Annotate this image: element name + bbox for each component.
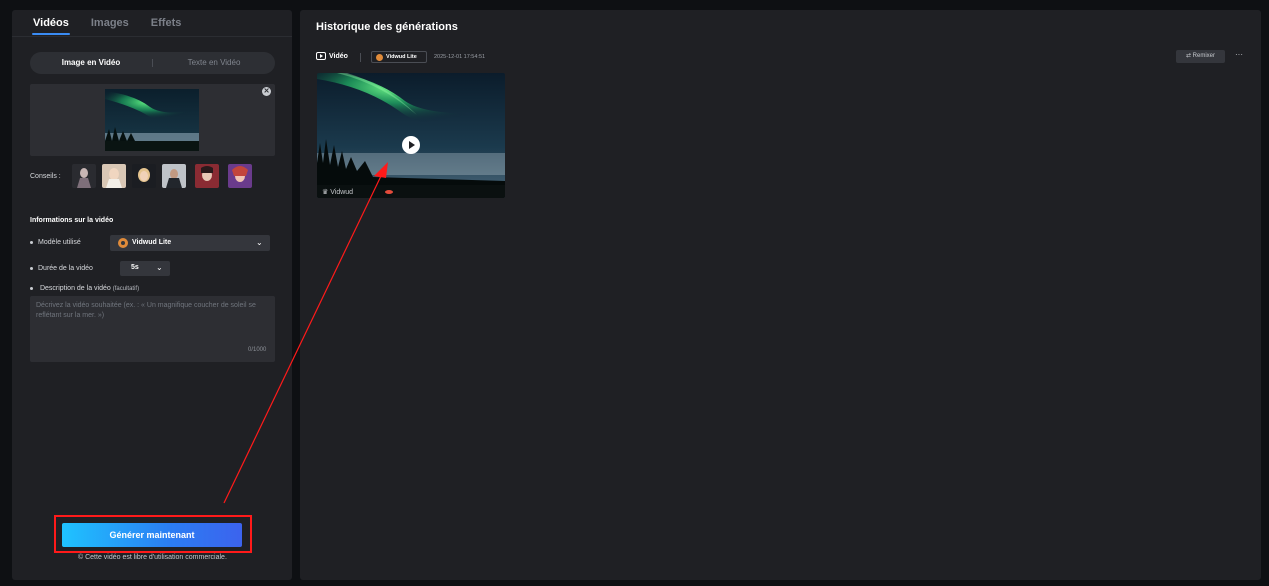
generation-timestamp: 2025-12-01 17:54:51: [434, 54, 486, 60]
play-icon[interactable]: [402, 136, 420, 154]
video-info-title: Informations sur la vidéo: [30, 217, 114, 224]
tab-videos[interactable]: Vidéos: [32, 10, 70, 36]
mode-text-to-video[interactable]: Texte en Vidéo: [153, 53, 275, 73]
tip-thumbnail-1[interactable]: [72, 164, 96, 188]
generate-button[interactable]: Générer maintenant: [62, 523, 242, 547]
model-select[interactable]: Vidwud Lite ⌄: [110, 235, 270, 251]
mode-image-to-video[interactable]: Image en Vidéo: [30, 53, 152, 73]
uploaded-image-preview: [105, 89, 199, 151]
video-icon: [316, 52, 326, 60]
duration-select-value: 5s: [131, 264, 139, 271]
tip-thumbnail-2[interactable]: [102, 164, 126, 188]
duration-select[interactable]: 5s ⌄: [120, 261, 170, 276]
generator-panel: Vidéos Images Effets Image en Vidéo Text…: [12, 10, 292, 580]
tab-images[interactable]: Images: [91, 10, 129, 36]
model-label: Modèle utilisé: [30, 239, 81, 246]
tip-thumbnail-4[interactable]: [162, 164, 186, 188]
video-type-tag: Vidéo: [316, 52, 348, 60]
model-select-value: Vidwud Lite: [132, 239, 172, 246]
tab-bar: Vidéos Images Effets: [12, 10, 292, 36]
chevron-down-icon: ⌄: [156, 263, 163, 272]
remove-image-close-icon[interactable]: ✕: [262, 87, 271, 96]
chevron-down-icon: ⌄: [256, 238, 263, 247]
duration-label: Durée de la vidéo: [30, 265, 93, 272]
crown-icon: ♛: [322, 189, 329, 196]
tips-label: Conseils :: [30, 173, 61, 180]
history-title: Historique des générations: [316, 21, 458, 33]
tip-thumbnail-6[interactable]: [228, 164, 252, 188]
model-logo-icon: [376, 54, 383, 61]
tab-effects[interactable]: Effets: [151, 10, 182, 36]
remix-button[interactable]: ⇄ Remixer: [1176, 50, 1225, 63]
model-chip: Vidwud Lite: [371, 51, 427, 63]
tip-thumbnail-3[interactable]: [132, 164, 156, 188]
remix-label: Remixer: [1192, 53, 1216, 59]
character-counter: 0/1000: [248, 347, 267, 353]
description-label-text: Description de la vidéo: [39, 285, 111, 292]
remix-icon: ⇄: [1185, 53, 1191, 59]
uploaded-image-area[interactable]: [30, 84, 275, 156]
video-type-label: Vidéo: [329, 52, 348, 60]
watermark: ♛ Vidwud: [322, 188, 353, 196]
meta-separator: [360, 53, 361, 62]
model-chip-label: Vidwud Lite: [386, 54, 417, 60]
more-icon[interactable]: ···: [1235, 50, 1243, 59]
commercial-license-note: © Cette vidéo est libre d'utilisation co…: [78, 554, 227, 561]
tip-thumbnail-5[interactable]: [195, 164, 219, 188]
watermark-text: Vidwud: [330, 189, 354, 196]
tabs-divider: [12, 36, 292, 37]
model-logo-icon: [118, 238, 128, 248]
mode-switch: Image en Vidéo Texte en Vidéo: [30, 52, 275, 74]
description-input[interactable]: [30, 296, 275, 362]
description-optional: (facultatif): [112, 286, 140, 292]
description-label: Description de la vidéo (facultatif): [30, 285, 139, 292]
history-panel: Historique des générations Vidéo Vidwud …: [300, 10, 1261, 580]
